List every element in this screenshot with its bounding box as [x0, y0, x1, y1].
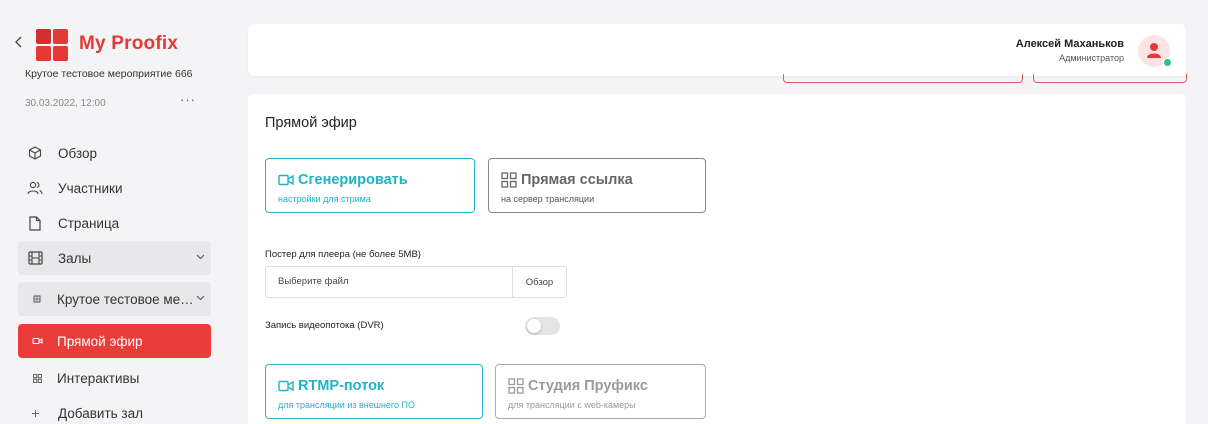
sidebar-item-label: Крутое тестовое ме… — [57, 291, 194, 307]
sidebar: My Proofix Крутое тестовое мероприятие 6… — [0, 0, 226, 424]
option-subtitle: на сервер трансляции — [501, 194, 595, 204]
sidebar-item-label: Прямой эфир — [57, 333, 143, 349]
option-direct-link[interactable]: Прямая ссылка на сервер трансляции — [488, 158, 706, 213]
user-name: Алексей Маханьков — [1015, 38, 1124, 50]
hall-icon — [30, 291, 44, 307]
option-generate[interactable]: Сгенерировать настройки для стрима — [265, 158, 475, 213]
grid-icon — [508, 378, 524, 394]
sidebar-item-hall-current[interactable]: Крутое тестовое ме… — [18, 282, 211, 316]
sidebar-item-halls[interactable]: Залы — [18, 241, 211, 275]
option-subtitle: настройки для стрима — [278, 194, 371, 204]
event-date: 30.03.2022, 12:00 — [25, 98, 106, 109]
page-title: Прямой эфир — [265, 115, 357, 131]
back-chevron-icon[interactable] — [14, 36, 24, 48]
cube-icon — [24, 145, 46, 161]
browse-button[interactable]: Обзор — [512, 266, 567, 298]
sidebar-item-add-hall[interactable]: Добавить зал — [18, 396, 211, 424]
poster-file-input[interactable]: Выберите файл — [265, 266, 513, 298]
live-settings-panel: Прямой эфир Сгенерировать настройки для … — [248, 94, 1186, 424]
sidebar-item-participants[interactable]: Участники — [18, 171, 211, 205]
sidebar-item-overview[interactable]: Обзор — [18, 136, 211, 170]
user-role: Администратор — [1059, 53, 1124, 63]
grid-icon — [30, 370, 44, 386]
option-title: RTMP-поток — [298, 378, 385, 394]
sidebar-item-live[interactable]: Прямой эфир — [18, 324, 211, 358]
option-title: Студия Пруфикс — [528, 378, 648, 394]
sidebar-item-interactives[interactable]: Интерактивы — [18, 361, 211, 395]
option-title: Прямая ссылка — [521, 172, 633, 188]
chevron-down-icon — [196, 295, 205, 301]
option-title: Сгенерировать — [298, 172, 408, 188]
sidebar-item-page[interactable]: Страница — [18, 206, 211, 240]
dvr-label: Запись видеопотока (DVR) — [265, 320, 384, 331]
dvr-toggle[interactable] — [525, 317, 560, 335]
toggle-knob — [527, 319, 541, 333]
sidebar-item-label: Участники — [58, 180, 123, 196]
video-icon — [30, 333, 44, 349]
sidebar-item-label: Страница — [58, 215, 120, 231]
video-icon — [278, 380, 294, 392]
option-subtitle: для трансляции с web-камеры — [508, 400, 636, 410]
sidebar-item-label: Залы — [58, 250, 92, 266]
sidebar-item-label: Обзор — [58, 145, 97, 161]
plus-icon — [24, 405, 46, 421]
top-header: Алексей Маханьков Администратор — [248, 24, 1186, 76]
film-icon — [24, 250, 46, 266]
avatar[interactable] — [1138, 35, 1172, 67]
grid-icon — [501, 172, 517, 188]
option-studio[interactable]: Студия Пруфикс для трансляции с web-каме… — [495, 364, 706, 419]
page-icon — [24, 215, 46, 231]
poster-label: Постер для плеера (не более 5MB) — [265, 249, 421, 260]
event-name: Крутое тестовое мероприятие 666 — [25, 68, 193, 80]
sidebar-item-label: Интерактивы — [57, 370, 140, 386]
hidden-action-button[interactable] — [783, 74, 1023, 83]
brand-name: My Proofix — [79, 33, 179, 54]
online-status-dot — [1163, 58, 1172, 67]
users-icon — [24, 180, 46, 196]
option-subtitle: для трансляции из внешнего ПО — [278, 400, 415, 410]
option-rtmp[interactable]: RTMP-поток для трансляции из внешнего ПО — [265, 364, 483, 419]
event-more-icon[interactable]: ··· — [180, 92, 196, 107]
video-icon — [278, 174, 294, 186]
hidden-action-button[interactable] — [1033, 74, 1187, 83]
sidebar-item-label: Добавить зал — [58, 405, 143, 421]
chevron-down-icon — [196, 254, 205, 260]
proofix-logo — [36, 29, 68, 61]
